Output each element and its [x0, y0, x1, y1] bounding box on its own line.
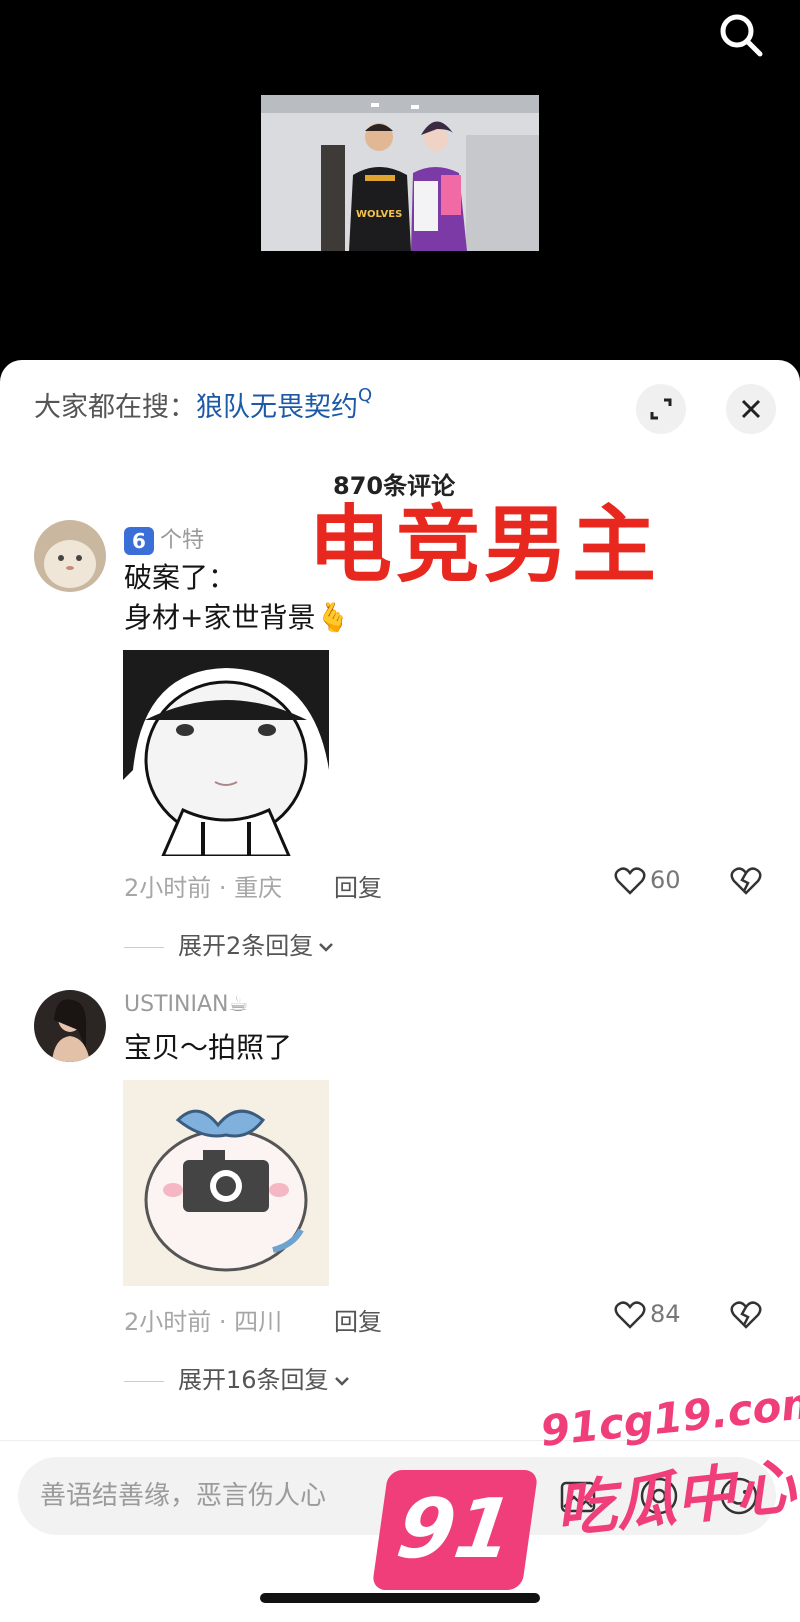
comment-line-text: 身材+家世背景 [124, 601, 316, 634]
expand-replies-label: 展开16条回复 [178, 1366, 329, 1394]
jersey-text: WOLVES [356, 209, 402, 220]
close-sheet-button[interactable] [726, 384, 776, 434]
level-badge: 6 [124, 527, 154, 555]
hot-search-label: 大家都在搜： [34, 392, 196, 423]
reply-button[interactable]: 回复 [334, 868, 382, 903]
chevron-down-icon [334, 1377, 349, 1386]
username-text: 个特 [160, 528, 205, 553]
hot-search-keyword[interactable]: 狼队无畏契约 [196, 392, 358, 423]
comment-text: 宝贝～拍照了 [124, 1031, 293, 1064]
broken-heart-icon [730, 1301, 762, 1329]
comment-sticker[interactable] [123, 1080, 329, 1286]
avatar[interactable] [34, 990, 106, 1062]
like-count: 84 [650, 1300, 681, 1328]
video-thumbnail[interactable]: WOLVES [261, 95, 539, 251]
finger-heart-emoji: 🫰 [315, 601, 351, 634]
search-icon [720, 14, 763, 57]
close-icon [741, 399, 761, 419]
user-photo-avatar [34, 990, 106, 1062]
comment-username[interactable]: USTINIAN☕ [124, 992, 248, 1017]
divider [124, 1380, 164, 1382]
like-button[interactable]: 84 [614, 1300, 681, 1330]
dislike-button[interactable] [730, 1300, 762, 1334]
sheet-header: 大家都在搜：狼队无畏契约Q [0, 360, 800, 450]
home-indicator [260, 1593, 540, 1603]
expand-replies-button[interactable]: 展开16条回复 [124, 1360, 353, 1395]
divider [124, 946, 164, 948]
expand-replies-label: 展开2条回复 [178, 932, 314, 960]
like-button[interactable]: 60 [614, 866, 681, 896]
coffee-emoji: ☕ [228, 992, 249, 1017]
video-scene-image: WOLVES [261, 95, 539, 251]
expand-icon [650, 398, 672, 420]
reply-button[interactable]: 回复 [334, 1302, 382, 1337]
expand-replies-button[interactable]: 展开2条回复 [124, 926, 337, 961]
cat-avatar-image [34, 520, 106, 592]
hot-search-search-icon: Q [358, 385, 373, 406]
expand-sheet-button[interactable] [636, 384, 686, 434]
video-area[interactable]: WOLVES [0, 0, 800, 370]
avatar[interactable] [34, 520, 106, 592]
comment-line: 身材+家世背景🫰 [124, 598, 350, 638]
broken-heart-icon [730, 867, 762, 895]
camera-bunny-sticker [123, 1080, 329, 1286]
comment-item: 6 个特 破案了： 身材+家世背景🫰 2小时前 · 重庆 回复 60 展开2条回… [0, 510, 800, 960]
search-button[interactable] [712, 6, 772, 66]
comment-meta: 2小时前 · 重庆 [124, 874, 283, 902]
hot-search-bar[interactable]: 大家都在搜：狼队无畏契约Q [34, 385, 372, 424]
watermark-logo: 91 [371, 1470, 539, 1590]
comment-item: USTINIAN☕ 宝贝～拍照了 2小时前 · 四川 回复 84 展开16条回复 [0, 980, 800, 1420]
dislike-button[interactable] [730, 866, 762, 900]
chevron-down-icon [319, 943, 334, 952]
heart-icon [614, 867, 646, 895]
username-text: USTINIAN [124, 992, 229, 1017]
comment-line: 破案了： [124, 561, 237, 594]
comment-username[interactable]: 6 个特 [124, 522, 204, 555]
cartoon-face-sticker [123, 650, 329, 856]
comment-text: 破案了： 身材+家世背景🫰 [124, 558, 350, 638]
comment-sticker[interactable] [123, 650, 329, 856]
heart-icon [614, 1301, 646, 1329]
comment-meta: 2小时前 · 四川 [124, 1308, 283, 1336]
like-count: 60 [650, 866, 681, 894]
